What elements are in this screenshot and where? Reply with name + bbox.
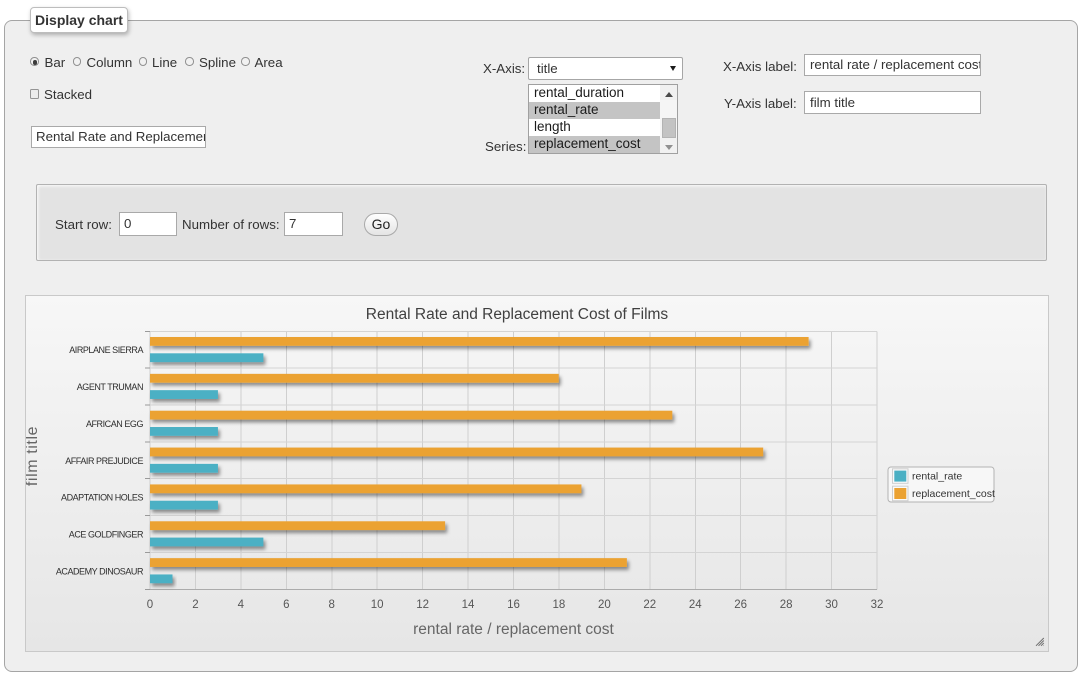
svg-text:0: 0 [147, 599, 153, 611]
svg-text:28: 28 [780, 599, 793, 611]
svg-text:4: 4 [238, 599, 245, 611]
svg-text:20: 20 [598, 599, 611, 611]
svg-text:AIRPLANE SIERRA: AIRPLANE SIERRA [69, 345, 143, 355]
svg-text:AFFAIR PREJUDICE: AFFAIR PREJUDICE [65, 456, 143, 466]
svg-text:replacement_cost: replacement_cost [912, 488, 995, 500]
svg-text:ADAPTATION HOLES: ADAPTATION HOLES [61, 493, 143, 503]
svg-text:ACADEMY DINOSAUR: ACADEMY DINOSAUR [56, 566, 144, 576]
svg-text:12: 12 [416, 599, 429, 611]
svg-text:rental rate / replacement cost: rental rate / replacement cost [413, 621, 614, 638]
svg-text:2: 2 [192, 599, 198, 611]
svg-text:AFRICAN EGG: AFRICAN EGG [86, 419, 144, 429]
svg-text:18: 18 [553, 599, 566, 611]
svg-text:6: 6 [283, 599, 289, 611]
svg-text:8: 8 [329, 599, 335, 611]
svg-text:22: 22 [643, 599, 656, 611]
svg-text:film title: film title [26, 426, 41, 486]
svg-text:24: 24 [689, 599, 702, 611]
svg-text:26: 26 [734, 599, 747, 611]
svg-text:ACE GOLDFINGER: ACE GOLDFINGER [69, 530, 144, 540]
svg-text:10: 10 [371, 599, 384, 611]
svg-text:Rental Rate and Replacement Co: Rental Rate and Replacement Cost of Film… [366, 306, 669, 323]
svg-text:16: 16 [507, 599, 520, 611]
svg-text:rental_rate: rental_rate [912, 471, 962, 483]
svg-text:30: 30 [825, 599, 838, 611]
svg-text:32: 32 [871, 599, 884, 611]
svg-text:14: 14 [462, 599, 475, 611]
svg-text:AGENT TRUMAN: AGENT TRUMAN [77, 382, 143, 392]
